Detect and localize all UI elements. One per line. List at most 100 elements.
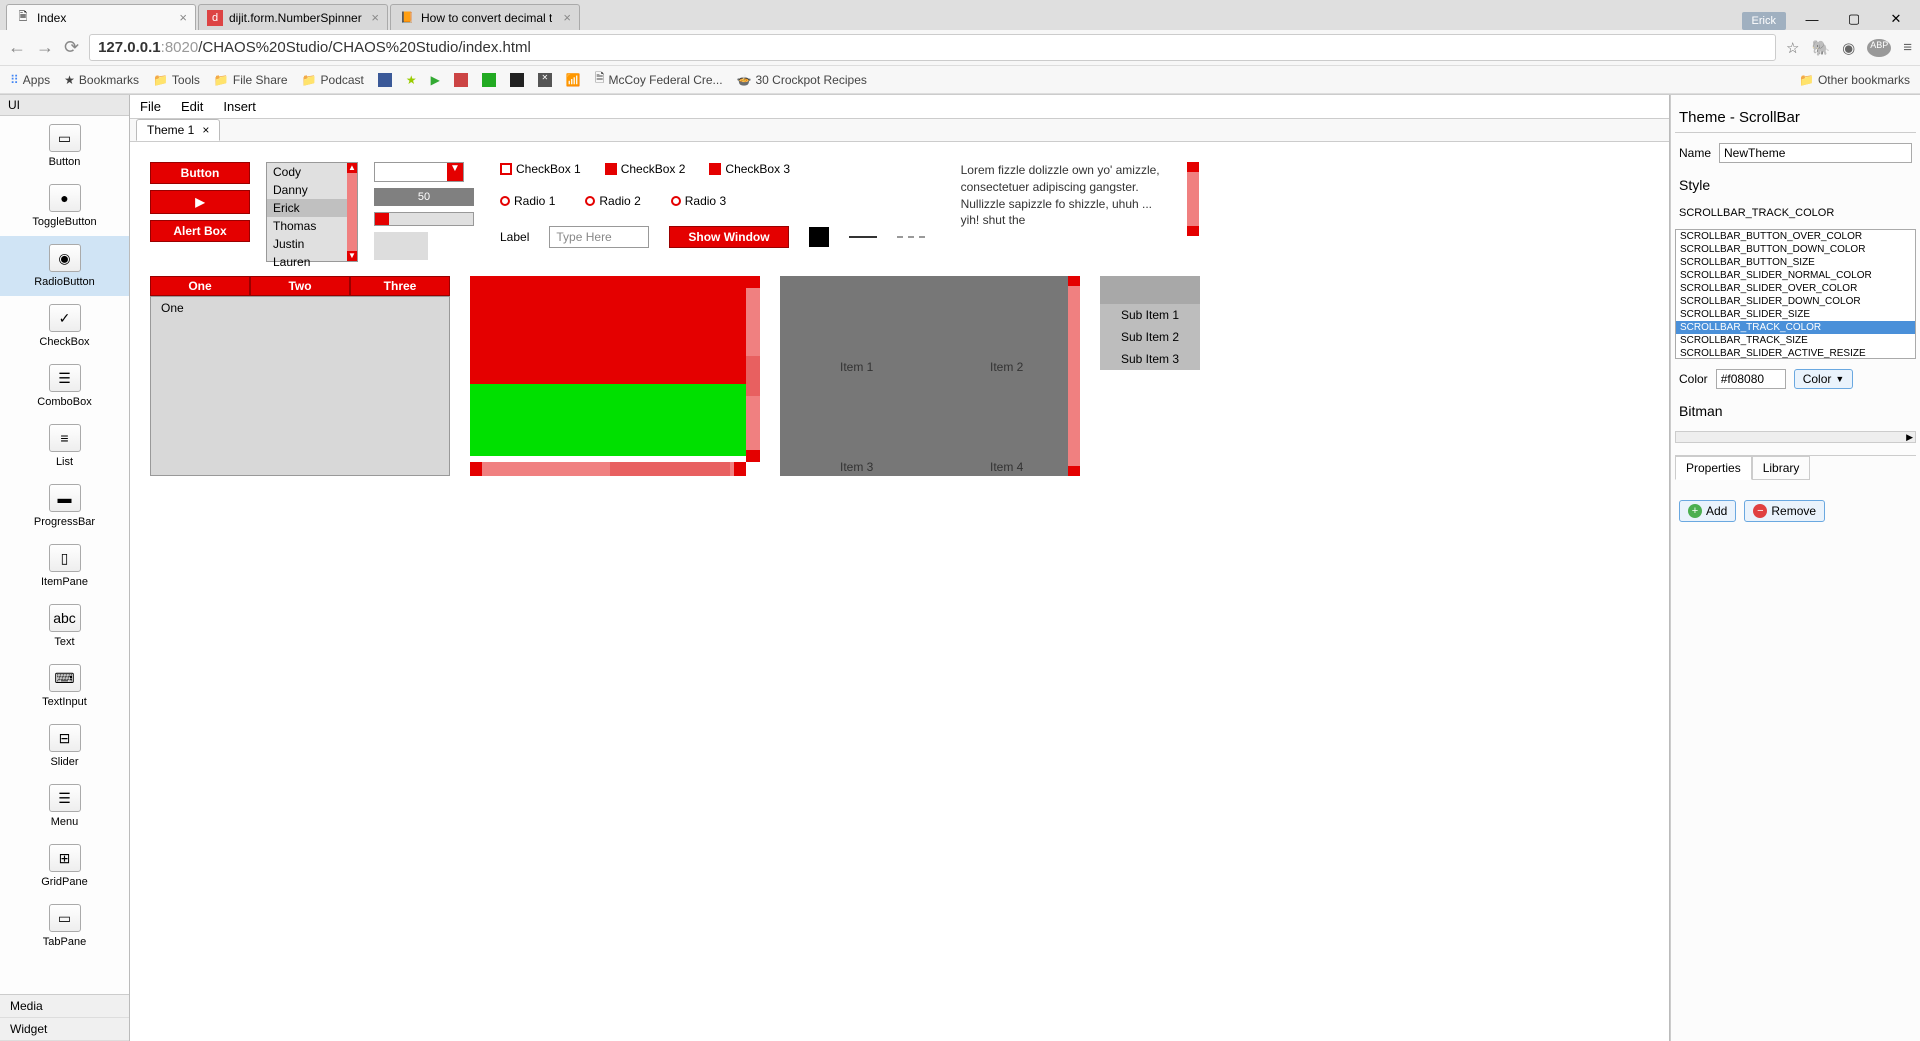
- property-list[interactable]: SCROLLBAR_BUTTON_OVER_COLORSCROLLBAR_BUT…: [1675, 229, 1916, 359]
- checkbox-widget[interactable]: CheckBox 3: [709, 162, 790, 176]
- ext-icon[interactable]: ▶: [431, 73, 440, 87]
- ext-icon[interactable]: [454, 73, 468, 87]
- palette-item-checkbox[interactable]: ✓CheckBox: [0, 296, 129, 356]
- button-widget[interactable]: Button: [150, 162, 250, 184]
- radio-widget[interactable]: Radio 3: [671, 194, 726, 208]
- list-item[interactable]: Justin: [267, 235, 357, 253]
- menu-icon[interactable]: ≡: [1903, 39, 1912, 57]
- palette-item-menu[interactable]: ☰Menu: [0, 776, 129, 836]
- show-window-button[interactable]: Show Window: [669, 226, 788, 248]
- add-button[interactable]: +Add: [1679, 500, 1736, 522]
- ext-icon[interactable]: [510, 73, 524, 87]
- close-icon[interactable]: ×: [371, 10, 379, 25]
- extension-icon[interactable]: ◉: [1842, 39, 1855, 57]
- maximize-icon[interactable]: ▢: [1834, 8, 1874, 30]
- tab-library[interactable]: Library: [1752, 456, 1811, 480]
- property-item[interactable]: SCROLLBAR_TRACK_COLOR: [1676, 321, 1915, 334]
- property-item[interactable]: SCROLLBAR_SLIDER_SIZE: [1676, 308, 1915, 321]
- star-icon[interactable]: ☆: [1786, 39, 1799, 57]
- menu-item[interactable]: Sub Item 3: [1100, 348, 1200, 370]
- palette-item-slider[interactable]: ⊟Slider: [0, 716, 129, 776]
- bookmark-item[interactable]: 🗎 McCoy Federal Cre...: [595, 69, 723, 90]
- property-item[interactable]: SCROLLBAR_SLIDER_DOWN_COLOR: [1676, 295, 1915, 308]
- browser-tab[interactable]: 📙 How to convert decimal t ×: [390, 4, 580, 30]
- palette-item-button[interactable]: ▭Button: [0, 116, 129, 176]
- property-item[interactable]: SCROLLBAR_BUTTON_SIZE: [1676, 256, 1915, 269]
- property-item[interactable]: SCROLLBAR_SLIDER_OVER_COLOR: [1676, 282, 1915, 295]
- close-icon[interactable]: ×: [202, 123, 209, 137]
- rss-icon[interactable]: 📶: [566, 73, 581, 87]
- forward-icon[interactable]: →: [36, 37, 54, 58]
- ext-icon[interactable]: [482, 73, 496, 87]
- list-item[interactable]: Cody: [267, 163, 357, 181]
- palette-item-gridpane[interactable]: ⊞GridPane: [0, 836, 129, 896]
- palette-item-radiobutton[interactable]: ◉RadioButton: [0, 236, 129, 296]
- design-canvas[interactable]: Button ▶ Alert Box CodyDannyErickThomasJ…: [130, 142, 1669, 1041]
- scrollbar[interactable]: [1068, 276, 1080, 476]
- bookmark-item[interactable]: 🍲 30 Crockpot Recipes: [737, 73, 867, 87]
- palette-item-itempane[interactable]: ▯ItemPane: [0, 536, 129, 596]
- name-input[interactable]: [1719, 143, 1912, 163]
- property-item[interactable]: SCROLLBAR_SLIDER_NORMAL_COLOR: [1676, 269, 1915, 282]
- palette-header-widget[interactable]: Widget: [0, 1018, 129, 1041]
- palette-item-tabpane[interactable]: ▭TabPane: [0, 896, 129, 956]
- list-item[interactable]: Danny: [267, 181, 357, 199]
- palette-header-ui[interactable]: UI: [0, 95, 129, 116]
- palette-item-togglebutton[interactable]: ●ToggleButton: [0, 176, 129, 236]
- scrollbar-widget[interactable]: [1187, 162, 1199, 236]
- back-icon[interactable]: ←: [8, 37, 26, 58]
- combobox-widget[interactable]: ▼: [374, 162, 464, 182]
- close-icon[interactable]: ×: [563, 10, 571, 25]
- palette-item-text[interactable]: abcText: [0, 596, 129, 656]
- other-bookmarks[interactable]: 📁Other bookmarks: [1799, 73, 1910, 87]
- list-widget[interactable]: CodyDannyErickThomasJustinLauren ▲▼: [266, 162, 358, 262]
- address-bar[interactable]: 127.0.0.1:8020/CHAOS%20Studio/CHAOS%20St…: [89, 34, 1776, 61]
- document-tab[interactable]: Theme 1 ×: [136, 119, 220, 141]
- checkbox-widget[interactable]: CheckBox 2: [605, 162, 686, 176]
- tab-header[interactable]: Two: [250, 276, 350, 296]
- abp-icon[interactable]: ABP: [1867, 39, 1891, 57]
- radio-widget[interactable]: Radio 2: [585, 194, 640, 208]
- bookmark-folder[interactable]: 📁Tools: [153, 73, 200, 87]
- tabpane-widget[interactable]: One Two Three One: [150, 276, 450, 476]
- radio-widget[interactable]: Radio 1: [500, 194, 555, 208]
- color-picker-button[interactable]: Color ▼: [1794, 369, 1854, 389]
- minimize-icon[interactable]: —: [1792, 8, 1832, 30]
- menu-insert[interactable]: Insert: [223, 99, 256, 114]
- bookmark-item[interactable]: ★ Bookmarks: [64, 73, 139, 87]
- tab-header[interactable]: One: [150, 276, 250, 296]
- browser-tab[interactable]: d dijit.form.NumberSpinner ×: [198, 4, 388, 30]
- remove-button[interactable]: −Remove: [1744, 500, 1825, 522]
- slider-widget[interactable]: [374, 212, 474, 226]
- scrollbar[interactable]: ▲▼: [347, 163, 357, 261]
- play-button-widget[interactable]: ▶: [150, 190, 250, 214]
- palette-item-progressbar[interactable]: ▬ProgressBar: [0, 476, 129, 536]
- ext-icon[interactable]: ★: [406, 73, 417, 87]
- menu-widget[interactable]: Sub Item 1 Sub Item 2 Sub Item 3: [1100, 276, 1200, 370]
- scrollbar[interactable]: [746, 276, 760, 462]
- menu-item[interactable]: Sub Item 2: [1100, 326, 1200, 348]
- list-item[interactable]: Lauren: [267, 253, 357, 271]
- menu-file[interactable]: File: [140, 99, 161, 114]
- close-icon[interactable]: ×: [179, 10, 187, 25]
- tab-properties[interactable]: Properties: [1675, 456, 1752, 480]
- palette-item-combobox[interactable]: ☰ComboBox: [0, 356, 129, 416]
- property-item[interactable]: SCROLLBAR_BUTTON_DOWN_COLOR: [1676, 243, 1915, 256]
- ext-icon[interactable]: [378, 73, 392, 87]
- itempane-widget[interactable]: [470, 276, 760, 476]
- close-icon[interactable]: ✕: [1876, 8, 1916, 30]
- property-item[interactable]: SCROLLBAR_TRACK_SIZE: [1676, 334, 1915, 347]
- user-badge[interactable]: Erick: [1742, 12, 1786, 30]
- alert-button-widget[interactable]: Alert Box: [150, 220, 250, 242]
- palette-header-media[interactable]: Media: [0, 995, 129, 1018]
- list-item[interactable]: Thomas: [267, 217, 357, 235]
- evernote-icon[interactable]: 🐘: [1811, 39, 1830, 57]
- bookmark-folder[interactable]: 📁Podcast: [302, 73, 364, 87]
- apps-button[interactable]: ⠿Apps: [10, 73, 50, 87]
- palette-item-textinput[interactable]: ⌨TextInput: [0, 656, 129, 716]
- color-swatch[interactable]: [809, 227, 829, 247]
- property-item[interactable]: SCROLLBAR_BUTTON_OVER_COLOR: [1676, 230, 1915, 243]
- checkbox-widget[interactable]: CheckBox 1: [500, 162, 581, 176]
- browser-tab-active[interactable]: 🗎 Index ×: [6, 4, 196, 30]
- reload-icon[interactable]: ⟳: [64, 37, 79, 58]
